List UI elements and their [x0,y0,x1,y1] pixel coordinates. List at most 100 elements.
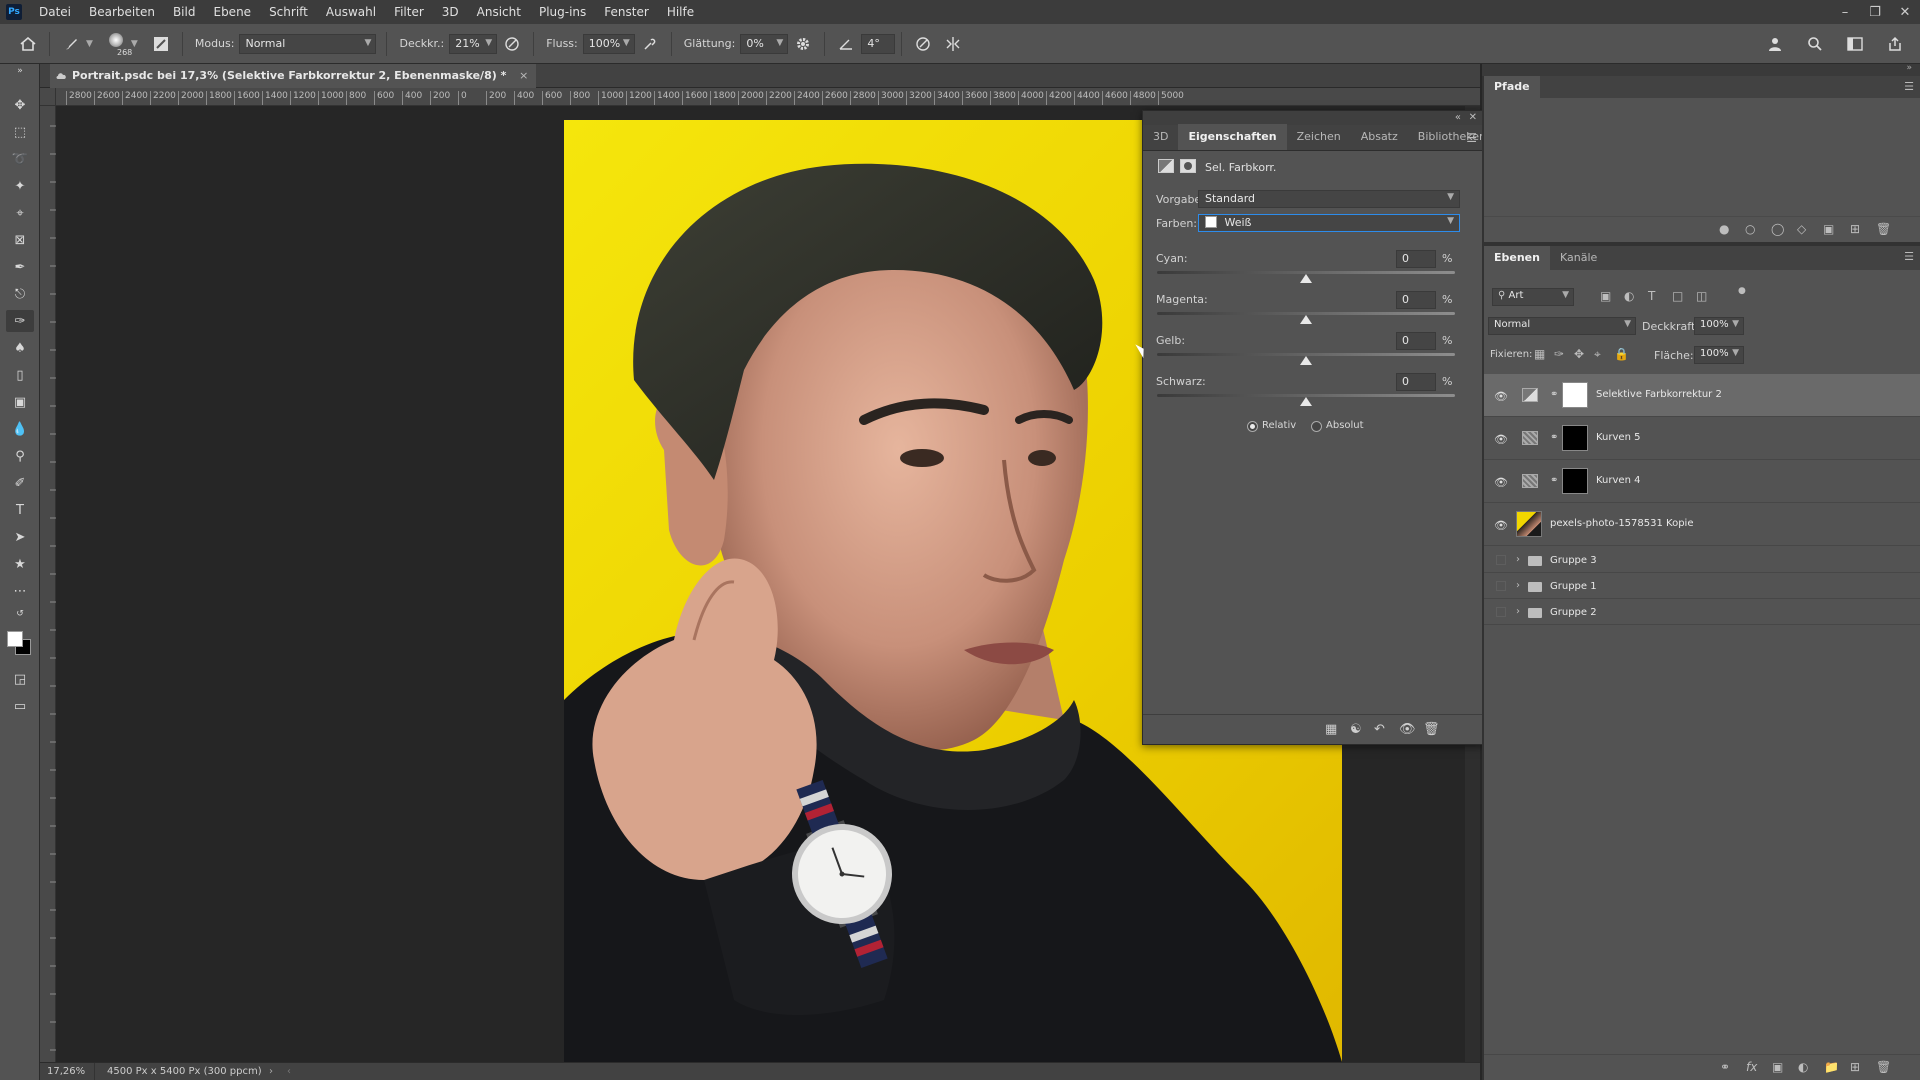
lock-image-icon[interactable]: ✑ [1554,347,1564,361]
move-tool-icon[interactable]: ✥ [6,94,34,116]
menu-datei[interactable]: Datei [30,0,80,24]
layer-row[interactable]: 👁 pexels-photo-1578531 Kopie [1484,503,1920,546]
gear-icon[interactable] [791,32,815,56]
filter-toggle-icon[interactable]: ● [1738,286,1746,296]
mode-select[interactable]: Normal ▼ [239,33,377,54]
filter-shape-icon[interactable]: □ [1672,289,1683,303]
slider-value-field[interactable]: 0 [1396,373,1436,391]
collapse-panel-icon[interactable]: » [6,66,34,76]
clip-to-layer-icon[interactable]: ▦ [1325,722,1337,737]
menu-ansicht[interactable]: Ansicht [468,0,530,24]
vertical-ruler[interactable] [40,106,56,1062]
gradient-tool-icon[interactable]: ▣ [6,391,34,413]
image-thumbnail[interactable] [1516,511,1542,537]
chevron-down-icon[interactable]: ▼ [131,39,138,49]
add-mask-icon[interactable]: ▣ [1823,222,1834,236]
chain-link-icon[interactable]: ⚭ [1550,432,1558,443]
clone-stamp-tool-icon[interactable]: ♠ [6,337,34,359]
marquee-tool-icon[interactable]: ⬚ [6,121,34,143]
panel-menu-icon[interactable]: ☰ [1904,80,1914,93]
curves-icon[interactable] [1522,474,1538,488]
restore-icon[interactable]: ❐ [1860,0,1890,24]
filter-smart-object-icon[interactable]: ◫ [1696,289,1707,303]
chevron-right-icon[interactable]: › [1516,580,1520,591]
path-selection-tool-icon[interactable]: ➤ [6,526,34,548]
opacity-field[interactable]: 21% ▼ [449,33,498,54]
menu-schrift[interactable]: Schrift [260,0,317,24]
stroke-path-icon[interactable]: ○ [1745,222,1755,236]
visibility-eye-icon[interactable]: 👁 [1494,476,1508,489]
home-icon[interactable] [16,32,40,56]
layer-row[interactable]: 👁 ⚭ Selektive Farbkorrektur 2 [1484,374,1920,417]
selective-color-icon[interactable] [1158,159,1174,173]
chain-link-icon[interactable]: ⚭ [1550,475,1558,486]
blur-tool-icon[interactable]: 💧 [6,418,34,440]
chevron-down-icon[interactable]: ▼ [86,39,93,49]
chevron-right-icon[interactable]: › [269,1066,273,1077]
lock-artboard-icon[interactable]: ⌖ [1594,347,1601,362]
layer-mask-icon[interactable] [1180,159,1196,173]
pressure-size-icon[interactable] [911,32,935,56]
frame-tool-icon[interactable]: ⊠ [6,229,34,251]
filter-type-icon[interactable]: T [1648,289,1655,303]
eyedropper-tool-icon[interactable]: ✒ [6,256,34,278]
tab-properties[interactable]: Eigenschaften [1178,124,1287,150]
new-path-icon[interactable]: ⊞ [1850,222,1860,236]
document-tab[interactable]: Portrait.psdc bei 17,3% (Selektive Farbk… [50,64,537,88]
curves-icon[interactable] [1522,431,1538,445]
layer-filter-select[interactable]: ⚲ Art ▼ [1492,288,1574,306]
tab-layers[interactable]: Ebenen [1484,246,1550,270]
absolute-radio[interactable] [1311,421,1322,432]
pressure-opacity-icon[interactable] [500,32,524,56]
expand-panels-icon[interactable]: » [1906,63,1912,73]
new-layer-icon[interactable]: ⊞ [1850,1060,1860,1074]
slider-knob[interactable] [1300,356,1312,365]
selective-color-icon[interactable] [1522,388,1538,402]
menu-ebene[interactable]: Ebene [204,0,260,24]
visibility-eye-icon[interactable]: 👁 [1494,519,1508,532]
close-window-icon[interactable]: ✕ [1890,0,1920,24]
export-share-icon[interactable] [1883,32,1907,56]
swap-colors-icon[interactable]: ↺ [6,608,34,620]
filter-pixel-icon[interactable]: ▣ [1600,289,1611,303]
type-tool-icon[interactable]: T [6,499,34,521]
tab-paragraph[interactable]: Absatz [1351,124,1408,150]
fx-icon[interactable]: fx [1746,1060,1757,1074]
dodge-tool-icon[interactable]: ⚲ [6,445,34,467]
colors-select[interactable]: Weiß ▼ [1198,214,1460,232]
workspace-icon[interactable] [1843,32,1867,56]
selection-to-path-icon[interactable]: ◇ [1797,222,1806,236]
brush-tool-icon[interactable]: ✑ [6,310,34,332]
symmetry-icon[interactable] [941,32,965,56]
trash-icon[interactable]: 🗑 [1423,722,1440,737]
slider-value-field[interactable]: 0 [1396,291,1436,309]
tab-3d[interactable]: 3D [1143,124,1178,150]
layer-row[interactable]: 👁 ⚭ Kurven 5 [1484,417,1920,460]
slider-knob[interactable] [1300,315,1312,324]
magic-wand-tool-icon[interactable]: ✦ [6,175,34,197]
slider-knob[interactable] [1300,274,1312,283]
chevron-left-icon[interactable]: ‹ [287,1066,291,1077]
mask-thumbnail[interactable] [1562,425,1588,451]
relative-radio[interactable] [1247,421,1258,432]
chevron-right-icon[interactable]: › [1516,554,1520,565]
screen-mode-icon[interactable]: ▭ [6,695,34,717]
view-previous-state-icon[interactable]: ☯ [1350,722,1362,737]
chevron-right-icon[interactable]: › [1516,606,1520,617]
preset-select[interactable]: Standard ▼ [1198,190,1460,208]
panel-menu-icon[interactable]: ☰ [1904,250,1914,263]
mask-thumbnail[interactable] [1562,382,1588,408]
healing-brush-tool-icon[interactable]: ⎋ [6,283,34,305]
tab-character[interactable]: Zeichen [1287,124,1351,150]
menu-bild[interactable]: Bild [164,0,205,24]
minimize-icon[interactable]: – [1830,0,1860,24]
collapse-icon[interactable]: « [1455,112,1461,123]
close-panel-icon[interactable]: ✕ [1469,112,1477,123]
path-to-selection-icon[interactable]: ◯ [1771,222,1784,236]
add-mask-icon[interactable]: ▣ [1772,1060,1783,1074]
close-tab-icon[interactable]: × [519,64,528,88]
chain-link-icon[interactable]: ⚭ [1550,389,1558,400]
layer-row[interactable]: › Gruppe 3 [1484,547,1920,573]
reset-icon[interactable]: ↶ [1374,722,1385,737]
flow-field[interactable]: 100% ▼ [582,33,635,54]
